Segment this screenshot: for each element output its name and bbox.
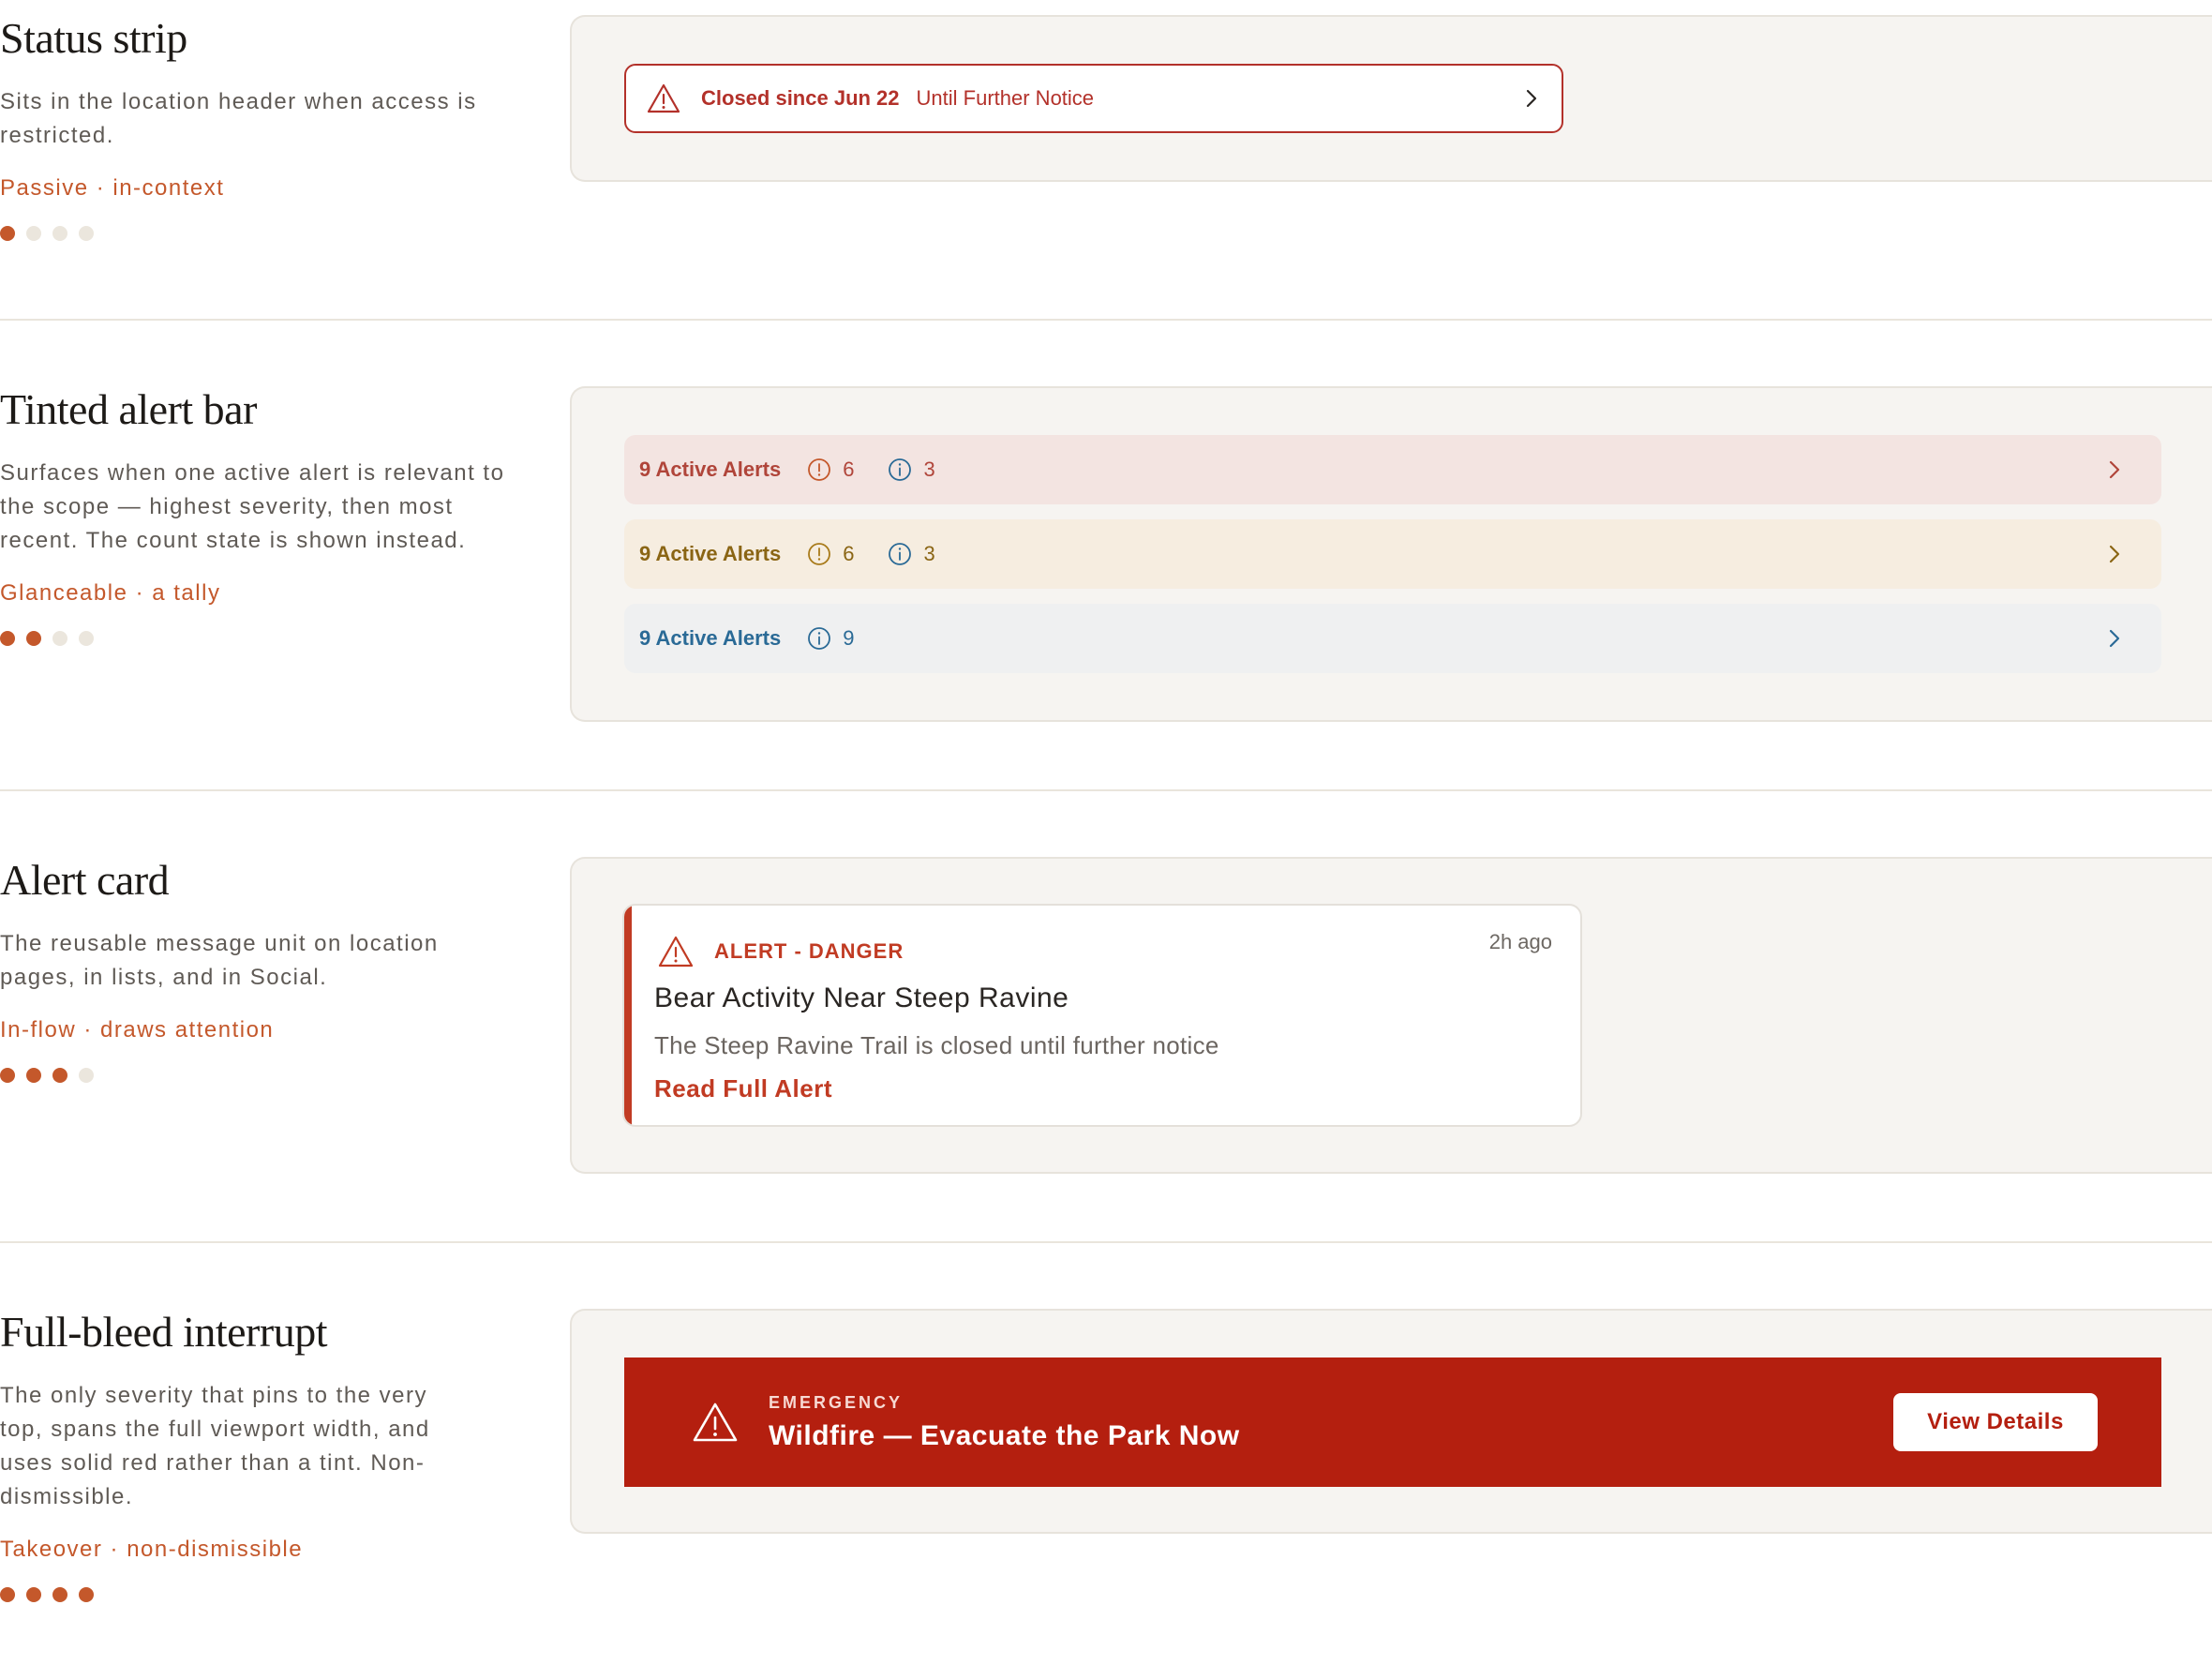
section-tag: Takeover · non-dismissible [0, 1536, 304, 1562]
section-description: Surfaces when one active alert is releva… [0, 459, 505, 553]
severity-dot [79, 225, 94, 241]
severity-dot [79, 1067, 94, 1083]
warning-circle-icon [808, 458, 831, 481]
emergency-kicker: EMERGENCY [769, 1392, 904, 1412]
section-description: The reusable message unit on location pa… [0, 930, 439, 990]
severity-dot [52, 1586, 67, 1602]
status-strip-main: Closed since Jun 22 [701, 86, 900, 110]
severity-dot [26, 1067, 41, 1083]
tinted-alert-bar-warning[interactable]: 9 Active Alerts 6 3 [624, 519, 2161, 589]
preview-panel: Closed since Jun 22 Until Further Notice [570, 15, 2212, 182]
tinted-alert-bar-info[interactable]: 9 Active Alerts 9 [624, 604, 2161, 673]
info-count: 9 [843, 626, 855, 650]
severity-dot [26, 1586, 41, 1602]
warning-count: 6 [843, 458, 855, 481]
alert-timestamp: 2h ago [1488, 930, 1552, 953]
severity-dot [79, 630, 94, 646]
warning-triangle-icon [658, 936, 694, 968]
alert-severity-label: ALERT - DANGER [714, 939, 904, 963]
chevron-right-icon [2109, 460, 2120, 479]
section-info: Full-bleed interrupt The only severity t… [0, 1308, 525, 1602]
section-info: Alert card The reusable message unit on … [0, 856, 525, 1083]
section-tag: Passive · in-context [0, 174, 225, 201]
alert-count-label: 9 Active Alerts [639, 458, 782, 481]
section-full-bleed-interrupt: Full-bleed interrupt The only severity t… [0, 1243, 2212, 1680]
severity-dots [0, 1586, 525, 1602]
alert-count-label: 9 Active Alerts [639, 626, 782, 650]
alert-title: Bear Activity Near Steep Ravine [654, 982, 1069, 1013]
chevron-right-icon [2109, 629, 2120, 648]
chevron-right-icon [1526, 89, 1537, 108]
read-full-alert-link[interactable]: Read Full Alert [654, 1074, 832, 1103]
warning-triangle-icon [693, 1402, 738, 1442]
section-tag: Glanceable · a tally [0, 579, 221, 606]
preview-panel: ALERT - DANGER 2h ago Bear Activity Near… [570, 857, 2212, 1174]
section-description: The only severity that pins to the very … [0, 1382, 430, 1509]
severity-accent-bar [624, 906, 632, 1125]
severity-dot [0, 1067, 15, 1083]
section-title: Full-bleed interrupt [0, 1308, 327, 1356]
section-tag: In-flow · draws attention [0, 1016, 275, 1042]
severity-dot [79, 1586, 94, 1602]
status-strip-sub: Until Further Notice [916, 86, 1095, 110]
tinted-alert-bar-danger[interactable]: 9 Active Alerts 6 3 [624, 435, 2161, 504]
section-info: Tinted alert bar Surfaces when one activ… [0, 385, 525, 646]
severity-dot [0, 1586, 15, 1602]
section-status-strip: Status strip Sits in the location header… [0, 0, 2212, 319]
warning-circle-icon [808, 543, 831, 565]
severity-dot [26, 225, 41, 241]
alert-card[interactable]: ALERT - DANGER 2h ago Bear Activity Near… [622, 904, 1582, 1127]
section-tinted-alert-bar: Tinted alert bar Surfaces when one activ… [0, 321, 2212, 789]
full-bleed-emergency-banner: EMERGENCY Wildfire — Evacuate the Park N… [624, 1358, 2161, 1487]
severity-dot [52, 1067, 67, 1083]
emergency-title: Wildfire — Evacuate the Park Now [769, 1419, 1240, 1451]
severity-dot [52, 630, 67, 646]
info-count: 3 [923, 542, 935, 565]
section-title: Alert card [0, 856, 170, 904]
severity-dots [0, 225, 525, 241]
section-description: Sits in the location header when access … [0, 88, 477, 148]
severity-dot [26, 630, 41, 646]
section-alert-card: Alert card The reusable message unit on … [0, 791, 2212, 1241]
warning-count: 6 [843, 542, 855, 565]
severity-dots [0, 630, 525, 646]
status-strip[interactable]: Closed since Jun 22 Until Further Notice [624, 64, 1563, 133]
section-title: Tinted alert bar [0, 385, 257, 433]
emergency-text: EMERGENCY Wildfire — Evacuate the Park N… [769, 1393, 1240, 1452]
alert-body: The Steep Ravine Trail is closed until f… [654, 1031, 1219, 1059]
warning-triangle-icon [647, 83, 680, 113]
preview-panel: EMERGENCY Wildfire — Evacuate the Park N… [570, 1309, 2212, 1534]
severity-dot [0, 630, 15, 646]
chevron-right-icon [2109, 545, 2120, 563]
severity-dot [52, 225, 67, 241]
info-circle-icon [889, 458, 912, 481]
severity-dot [0, 225, 15, 241]
preview-panel: 9 Active Alerts 6 3 9 Active Alerts 6 3 … [570, 386, 2212, 722]
info-circle-icon [889, 543, 912, 565]
alert-patterns-page: Status strip Sits in the location header… [0, 0, 2212, 1680]
info-count: 3 [923, 458, 935, 481]
alert-count-label: 9 Active Alerts [639, 542, 782, 565]
section-title: Status strip [0, 14, 187, 62]
view-details-button[interactable]: View Details [1893, 1393, 2098, 1451]
section-info: Status strip Sits in the location header… [0, 14, 525, 241]
severity-dots [0, 1067, 525, 1083]
alert-card-header: ALERT - DANGER [658, 936, 904, 968]
info-circle-icon [808, 627, 831, 650]
